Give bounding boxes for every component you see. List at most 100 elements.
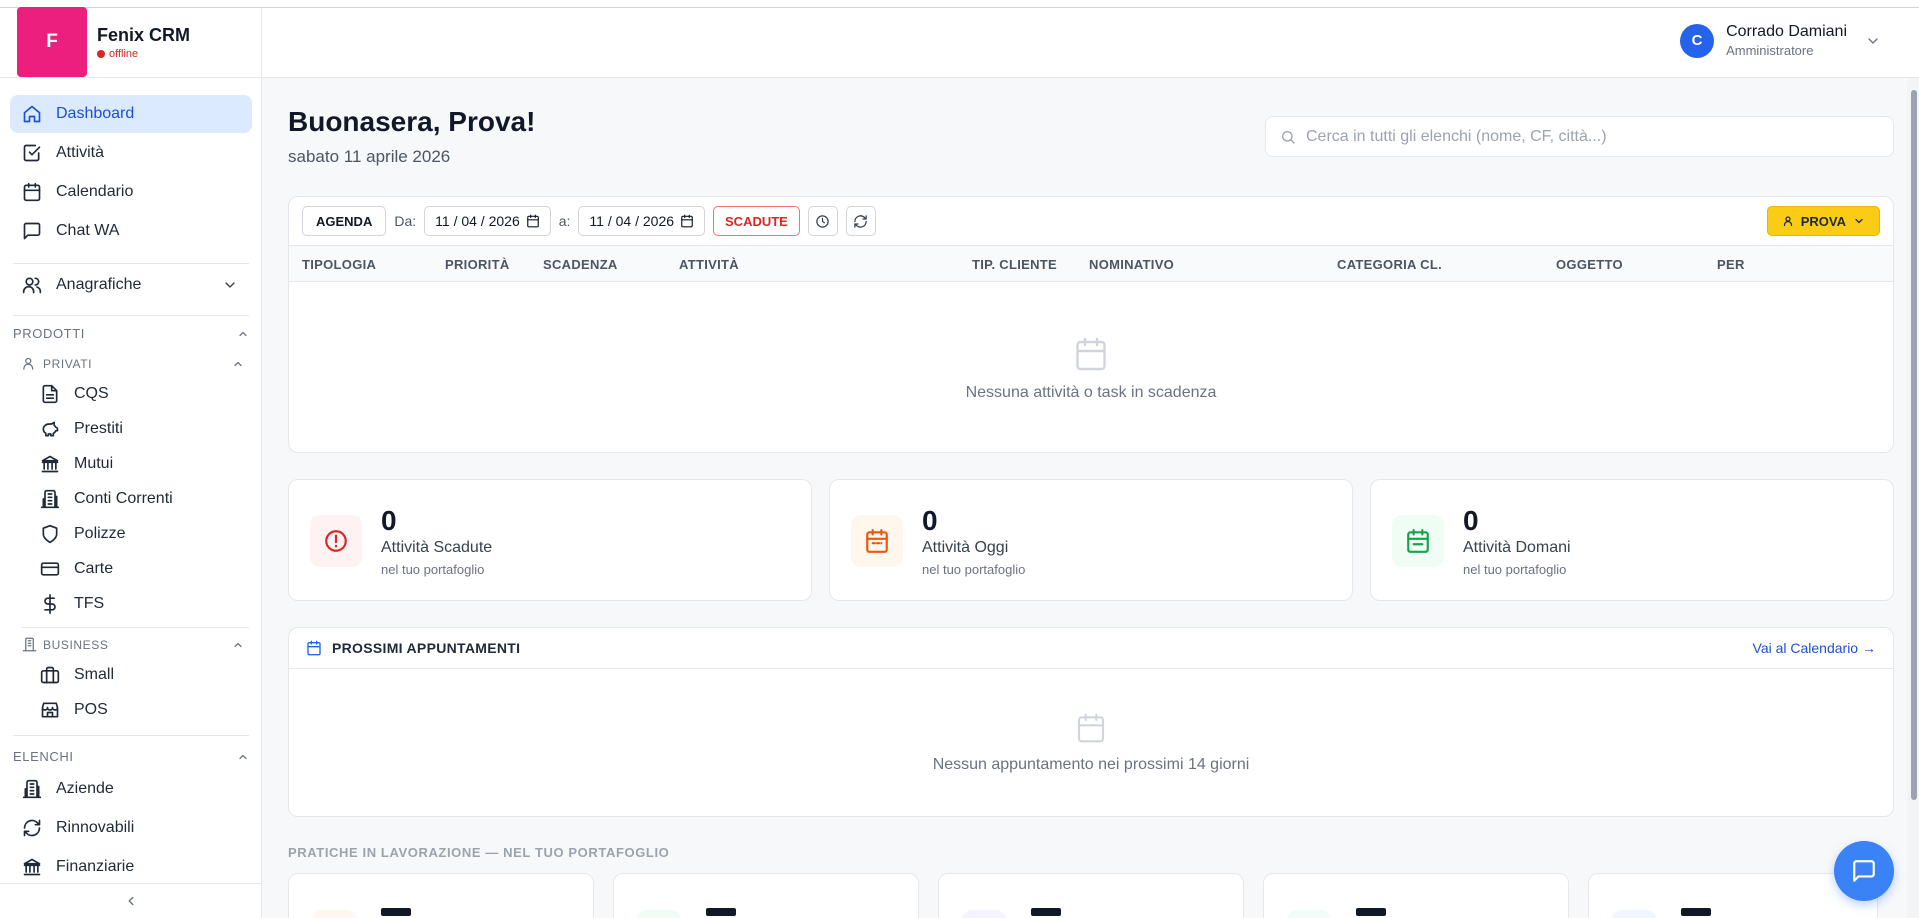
sidebar-item-cqs[interactable]: CQS bbox=[28, 378, 250, 410]
expired-button[interactable]: SCADUTE bbox=[713, 206, 800, 236]
calendar-icon bbox=[1407, 529, 1429, 553]
page-scrollbar[interactable] bbox=[1907, 78, 1919, 918]
sidebar-item-finanziarie[interactable]: Finanziarie bbox=[10, 848, 252, 886]
to-date-field[interactable]: 11 / 04 / 2026 bbox=[578, 206, 706, 236]
pratiche-card[interactable] bbox=[613, 873, 919, 918]
avatar[interactable]: C bbox=[1680, 23, 1715, 58]
chevron-left-icon bbox=[128, 896, 134, 906]
stat-label: Attività Oggi bbox=[922, 539, 1009, 556]
user-menu[interactable]: C Corrado Damiani Amministratore bbox=[1680, 23, 1881, 58]
stat-value: 0 bbox=[1463, 505, 1479, 536]
to-label: a: bbox=[558, 213, 571, 229]
from-label: Da: bbox=[394, 213, 417, 229]
agenda-table-header: TIPOLOGIA PRIORITÀ SCADENZA ATTIVITÀ TIP… bbox=[289, 245, 1893, 282]
user-role: Amministratore bbox=[1726, 43, 1814, 58]
chevron-down-icon bbox=[225, 282, 235, 288]
scrollbar-thumb[interactable] bbox=[1911, 90, 1917, 800]
sidebar-divider bbox=[13, 263, 249, 264]
piggy-bank-icon bbox=[42, 421, 59, 437]
stat-icon-box bbox=[310, 515, 362, 567]
column-header[interactable]: SCADENZA bbox=[543, 257, 618, 272]
calendar-icon[interactable] bbox=[680, 214, 694, 228]
sidebar-item-carte[interactable]: Carte bbox=[28, 553, 250, 585]
stat-card-domani[interactable]: 0 Attività Domani nel tuo portafoglio bbox=[1370, 479, 1894, 601]
column-header[interactable]: TIP. CLIENTE bbox=[972, 257, 1057, 272]
sidebar-item-attivita[interactable]: Attività bbox=[10, 134, 252, 172]
refresh-button[interactable] bbox=[845, 206, 876, 236]
from-date-value: 11 / 04 / 2026 bbox=[435, 213, 520, 229]
pratiche-card[interactable] bbox=[1263, 873, 1569, 918]
agenda-button[interactable]: AGENDA bbox=[302, 206, 387, 236]
stat-label: Attività Domani bbox=[1463, 539, 1571, 556]
subsection-privati[interactable]: PRIVATI bbox=[22, 356, 244, 371]
agenda-empty-state: Nessuna attività o task in scadenza bbox=[289, 336, 1893, 402]
sidebar-item-mutui[interactable]: Mutui bbox=[28, 448, 250, 480]
user-icon bbox=[1783, 216, 1792, 227]
search-input[interactable] bbox=[1306, 127, 1866, 146]
subsection-label: BUSINESS bbox=[43, 637, 109, 652]
pratiche-value bbox=[1031, 908, 1061, 916]
sidebar-item-conti-correnti[interactable]: Conti Correnti bbox=[28, 483, 250, 515]
chat-button[interactable] bbox=[1834, 841, 1894, 901]
from-date-field[interactable]: 11 / 04 / 2026 bbox=[424, 206, 551, 236]
briefcase-icon bbox=[40, 666, 60, 684]
pratiche-card[interactable] bbox=[288, 873, 594, 918]
stat-label: Attività Scadute bbox=[381, 539, 493, 556]
stat-card-oggi[interactable]: 0 Attività Oggi nel tuo portafoglio bbox=[829, 479, 1353, 601]
column-header[interactable]: OGGETTO bbox=[1556, 257, 1623, 272]
appointments-empty-text: Nessun appuntamento nei prossimi 14 gior… bbox=[932, 756, 1250, 773]
column-header[interactable]: PRIORITÀ bbox=[445, 257, 510, 272]
sidebar-item-tfs[interactable]: TFS bbox=[28, 588, 250, 620]
pratiche-value bbox=[1681, 908, 1711, 916]
column-header[interactable]: NOMINATIVO bbox=[1089, 257, 1174, 272]
refresh-icon bbox=[23, 819, 41, 837]
chat-icon bbox=[1853, 860, 1875, 882]
chevron-up-icon bbox=[239, 754, 247, 759]
sidebar-item-polizze[interactable]: Polizze bbox=[28, 518, 250, 550]
brand: F Fenix CRM offline bbox=[0, 6, 261, 78]
subsection-business[interactable]: BUSINESS bbox=[22, 637, 244, 652]
column-header[interactable]: CATEGORIA CL. bbox=[1337, 257, 1442, 272]
sidebar-collapse-button[interactable] bbox=[0, 883, 262, 918]
calendar-icon[interactable] bbox=[526, 214, 540, 228]
chevron-down-icon bbox=[1855, 218, 1863, 224]
to-date-value: 11 / 04 / 2026 bbox=[589, 213, 675, 229]
sidebar-item-chat-wa[interactable]: Chat WA bbox=[10, 212, 252, 250]
sidebar-item-label: Finanziarie bbox=[56, 858, 135, 875]
pratiche-card[interactable] bbox=[938, 873, 1244, 918]
section-elenchi[interactable]: ELENCHI bbox=[13, 749, 249, 764]
stat-card-scadute[interactable]: 0 Attività Scadute nel tuo portafoglio bbox=[288, 479, 812, 601]
sidebar-item-label: Carte bbox=[74, 560, 114, 577]
sidebar-item-calendario[interactable]: Calendario bbox=[10, 173, 252, 211]
global-search[interactable] bbox=[1265, 116, 1894, 157]
sidebar-item-label: Dashboard bbox=[56, 105, 135, 122]
current-date: sabato 11 aprile 2026 bbox=[288, 147, 451, 166]
sidebar-item-label: Polizze bbox=[74, 525, 126, 542]
sidebar-item-aziende[interactable]: Aziende bbox=[10, 770, 252, 808]
chevron-up-icon bbox=[234, 642, 242, 647]
column-header[interactable]: PER bbox=[1717, 257, 1745, 272]
sidebar-item-pos[interactable]: POS bbox=[28, 694, 250, 726]
check-square-icon bbox=[23, 144, 41, 162]
sidebar-item-prestiti[interactable]: Prestiti bbox=[28, 413, 250, 445]
stat-icon-box bbox=[851, 515, 903, 567]
sidebar-divider bbox=[13, 735, 249, 736]
history-button[interactable] bbox=[807, 206, 838, 236]
sidebar-item-label: Chat WA bbox=[56, 222, 120, 239]
sidebar-item-small[interactable]: Small bbox=[28, 659, 250, 691]
pratiche-icon-box bbox=[1612, 910, 1656, 918]
brand-logo[interactable]: F bbox=[17, 6, 87, 77]
stat-sublabel: nel tuo portafoglio bbox=[922, 562, 1026, 577]
section-label: ELENCHI bbox=[13, 749, 74, 764]
section-prodotti[interactable]: PRODOTTI bbox=[13, 326, 249, 341]
sidebar-item-dashboard[interactable]: Dashboard bbox=[10, 95, 252, 133]
sidebar-item-anagrafiche[interactable]: Anagrafiche bbox=[10, 266, 252, 304]
user-filter-button[interactable]: PROVA bbox=[1766, 206, 1880, 236]
column-header[interactable]: TIPOLOGIA bbox=[302, 257, 376, 272]
go-to-calendar-link[interactable]: Vai al Calendario → bbox=[1753, 640, 1876, 656]
column-header[interactable]: ATTIVITÀ bbox=[679, 257, 739, 272]
pratiche-value bbox=[1356, 908, 1386, 916]
sidebar-item-rinnovabili[interactable]: Rinnovabili bbox=[10, 809, 252, 847]
page-title: Buonasera, Prova! bbox=[288, 106, 536, 137]
appointments-card: PROSSIMI APPUNTAMENTI Vai al Calendario … bbox=[288, 627, 1894, 817]
